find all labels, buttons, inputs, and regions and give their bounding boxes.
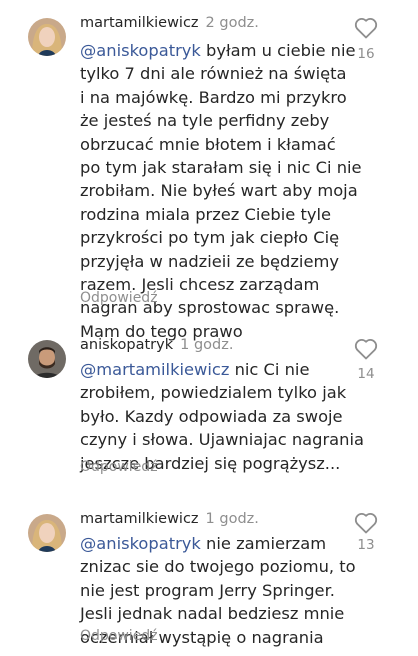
comment-line: @aniskopatryk byłam u ciebie nie [80, 41, 356, 60]
timestamp: 1 godz. [180, 337, 234, 353]
comment-line: przykrości po tym jak ciepło Cię [80, 228, 340, 248]
heart-icon[interactable] [354, 338, 378, 360]
heart-icon[interactable] [354, 17, 378, 39]
comment-1: martamilkiewicz 2 godz. @aniskopatryk był… [0, 12, 418, 341]
comment-line: rodzina miala przez Ciebie tyle [80, 204, 332, 224]
comment-line: tylko 7 dni ale również na święta [80, 64, 347, 84]
mention-link[interactable]: @aniskopatryk [80, 534, 201, 553]
username[interactable]: martamilkiewicz [80, 511, 199, 527]
like-count: 14 [357, 366, 375, 382]
comment-header: martamilkiewicz 1 godz. [80, 508, 259, 532]
comment-line: było. Kazdy odpowiada za swoje [80, 406, 343, 426]
comment-line: @martamilkiewicz nic Ci nie [80, 360, 310, 379]
comment-text: @martamilkiewicz nic Ci nie zrobiłem, po… [80, 358, 364, 475]
comment-line: znizac sie do twojego poziomu, to [80, 557, 356, 577]
comment-line: obrzucać mnie błotem i kłamać [80, 134, 336, 154]
heart-icon[interactable] [354, 512, 378, 534]
timestamp: 1 godz. [205, 511, 259, 527]
avatar[interactable] [28, 18, 66, 56]
comment-line: czyny i słowa. Ujawniajac nagrania [80, 430, 364, 450]
avatar[interactable] [28, 514, 66, 552]
comment-header: aniskopatryk 1 godz. [80, 334, 233, 358]
comment-line: Jesli jednak nadal bedziesz mnie [80, 604, 345, 624]
reply-button[interactable]: Odpowiedź [80, 628, 158, 644]
username[interactable]: aniskopatryk [80, 337, 173, 353]
mention-link[interactable]: @aniskopatryk [80, 41, 201, 60]
timestamp: 2 godz. [205, 15, 259, 31]
comment-3: martamilkiewicz 1 godz. @aniskopatryk nie… [0, 508, 418, 653]
comment-line: że jesteś na tyle perfidny zeby [80, 111, 330, 131]
avatar[interactable] [28, 340, 66, 378]
reply-button[interactable]: Odpowiedź [80, 290, 158, 306]
like-count: 16 [357, 46, 375, 62]
like-count: 13 [357, 537, 375, 553]
username[interactable]: martamilkiewicz [80, 15, 199, 31]
comment-line: przyjęła w nadzieii ze będziemy [80, 251, 339, 271]
comment-line: i na majówkę. Bardzo mi przykro [80, 87, 347, 107]
reply-button[interactable]: Odpowiedź [80, 459, 158, 475]
comment-line: nie jest program Jerry Springer. [80, 580, 335, 600]
comment-line: zrobiłem, powiedzialem tylko jak [80, 383, 347, 403]
mention-link[interactable]: @martamilkiewicz [80, 360, 229, 379]
comment-line: @aniskopatryk nie zamierzam [80, 534, 327, 553]
comment-line: po tym jak starałam się i nic Ci nie [80, 158, 362, 178]
comment-line: zrobiłam. Nie byłeś wart aby moja [80, 181, 358, 201]
comment-header: martamilkiewicz 2 godz. [80, 12, 259, 36]
comment-2: aniskopatryk 1 godz. @martamilkiewicz nic… [0, 334, 418, 484]
